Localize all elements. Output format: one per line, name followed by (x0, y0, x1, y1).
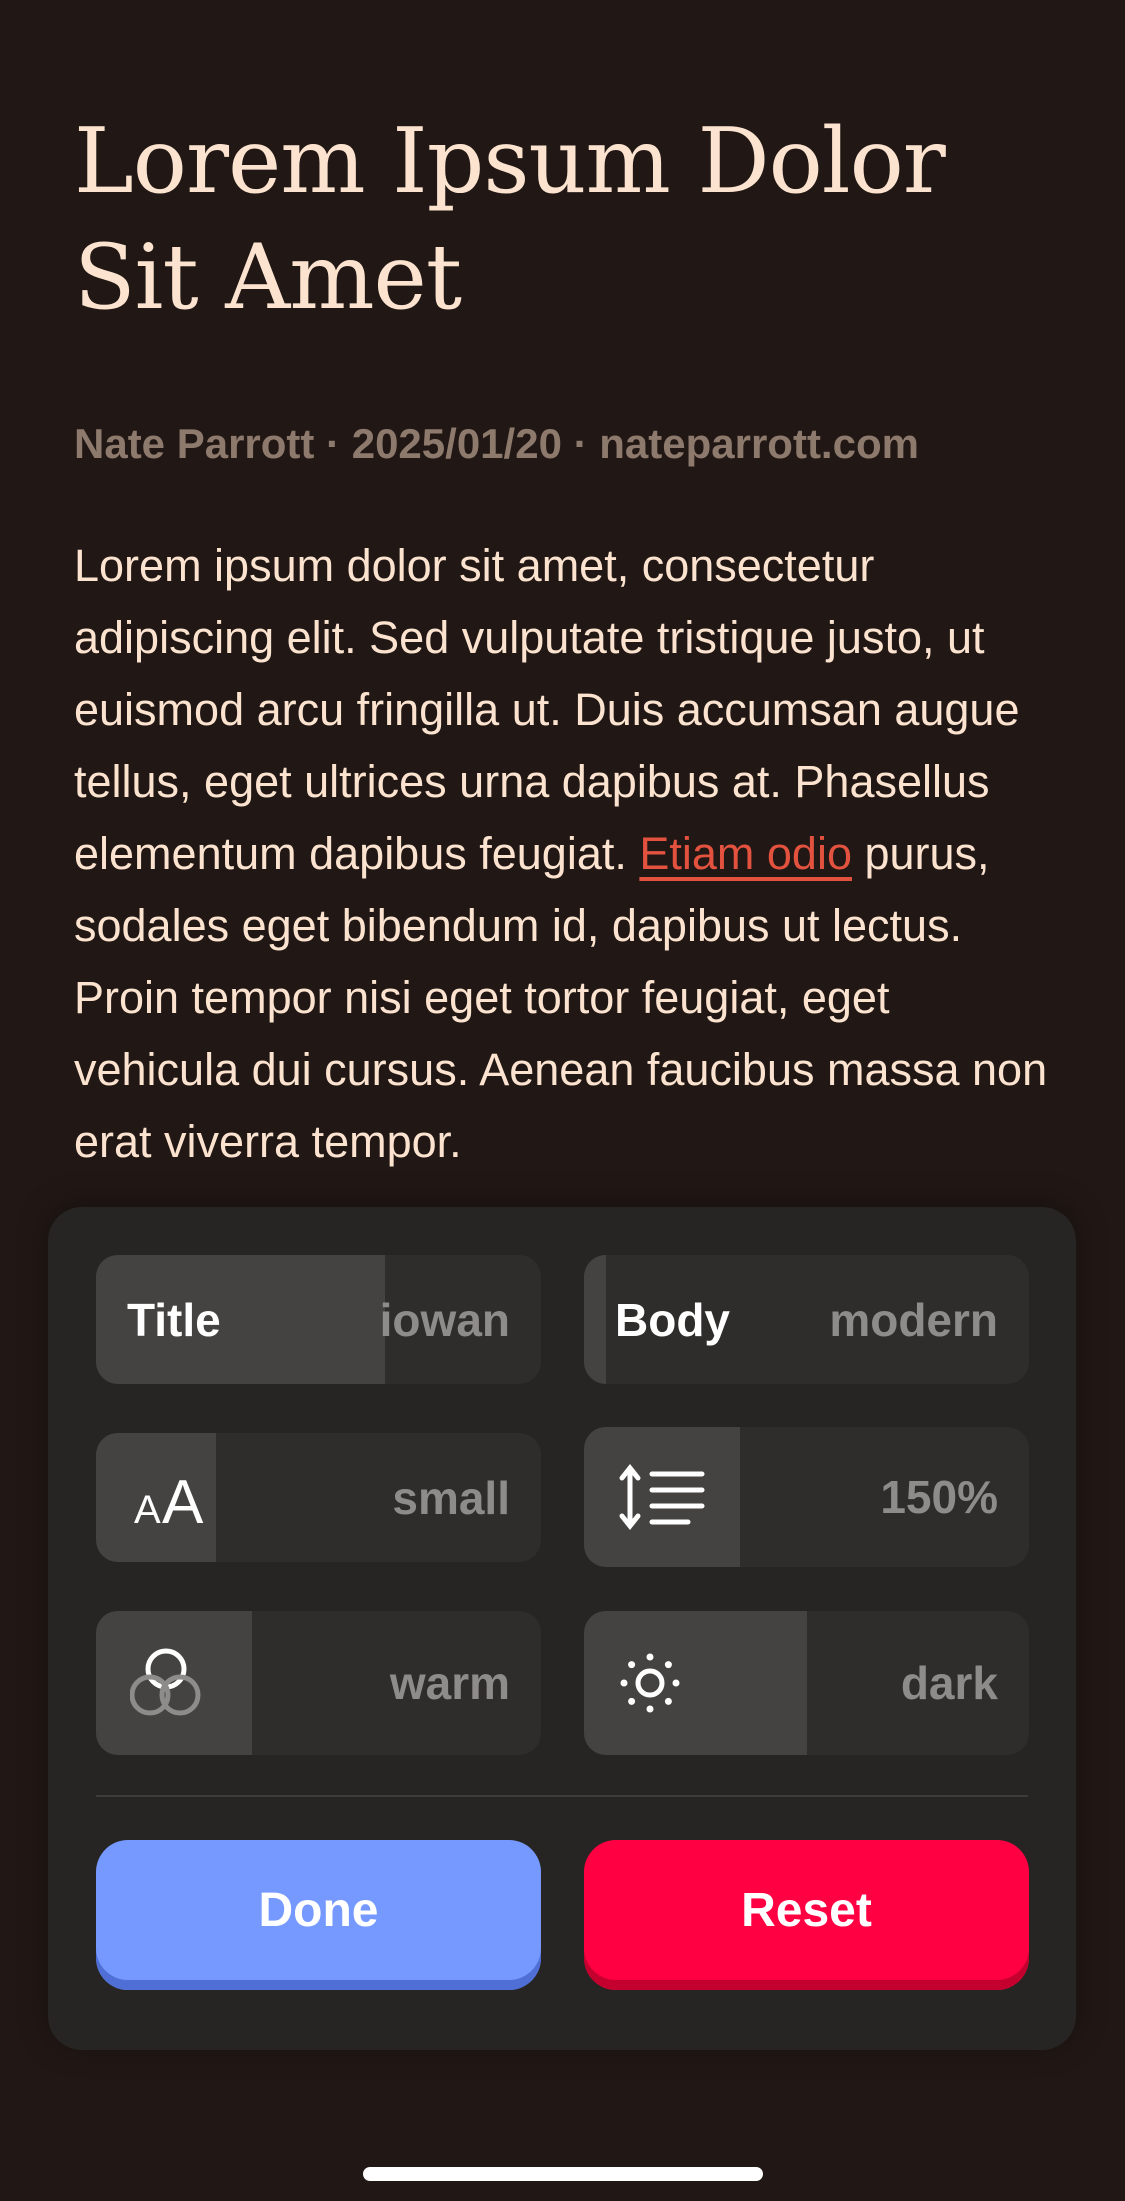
line-height-slider[interactable]: 150% (584, 1427, 1029, 1567)
line-spacing-icon (618, 1427, 708, 1567)
body-font-value: modern (829, 1293, 998, 1346)
svg-text:A: A (134, 1488, 161, 1532)
color-tone-slider[interactable]: warm (96, 1611, 541, 1755)
body-font-slider[interactable]: Body modern (584, 1255, 1029, 1384)
theme-value: dark (900, 1657, 998, 1709)
article-byline: Nate Parrott · 2025/01/20 · nateparrott.… (74, 420, 919, 467)
article-title: Lorem Ipsum Dolor Sit Amet (74, 109, 946, 330)
reader-settings-panel: Title iowan Body modern A A small 150% w… (48, 1207, 1076, 2050)
theme-slider[interactable]: dark (584, 1611, 1029, 1755)
line-height-value: 150% (880, 1471, 998, 1523)
done-button[interactable]: Done (96, 1840, 541, 1990)
text-size-slider[interactable]: A A small (96, 1433, 541, 1562)
title-font-value: iowan (379, 1293, 510, 1346)
body-font-label: Body (615, 1293, 730, 1346)
color-tone-value: warm (389, 1657, 510, 1709)
color-circles-icon (130, 1611, 202, 1755)
text-size-value: small (392, 1471, 510, 1524)
panel-divider (96, 1795, 1028, 1797)
sun-icon (618, 1611, 682, 1755)
text-size-icon: A A (132, 1433, 212, 1562)
title-font-slider[interactable]: Title iowan (96, 1255, 541, 1384)
body-link[interactable]: Etiam odio (639, 828, 852, 879)
svg-text:A: A (162, 1468, 204, 1533)
body-font-slider-fill (584, 1255, 607, 1384)
home-indicator[interactable] (363, 2167, 763, 2181)
reset-button[interactable]: Reset (584, 1840, 1029, 1990)
title-font-label: Title (127, 1293, 221, 1346)
article: Lorem Ipsum Dolor Sit Amet Nate Parrott … (74, 0, 1064, 1210)
article-body: Lorem ipsum dolor sit amet, consectetur … (74, 530, 1064, 1178)
